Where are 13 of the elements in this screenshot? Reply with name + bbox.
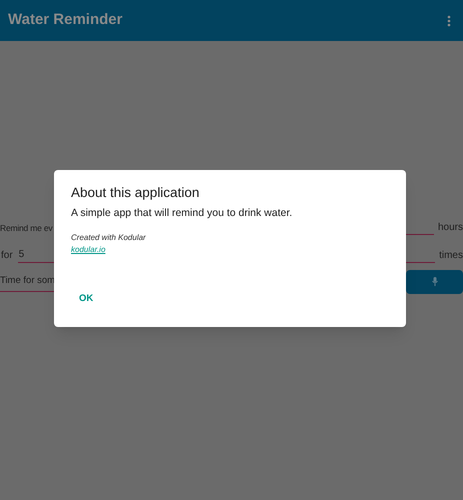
kodular-link[interactable]: kodular.io <box>71 244 106 256</box>
interval-unit: hours <box>438 221 463 235</box>
more-icon[interactable] <box>447 14 451 26</box>
dialog-title: About this application <box>71 184 200 202</box>
dialog-message: A simple app that will remind you to drink water. <box>71 206 294 221</box>
microphone-icon <box>432 277 438 286</box>
voice-button[interactable] <box>406 270 463 294</box>
count-label: for <box>1 249 13 263</box>
count-unit: times <box>439 249 463 263</box>
interval-label: Remind me ev <box>0 222 54 235</box>
credit-text: Created with Kodular <box>71 232 147 244</box>
app-title: Water Reminder <box>8 10 122 30</box>
ok-button[interactable]: OK <box>71 288 102 310</box>
